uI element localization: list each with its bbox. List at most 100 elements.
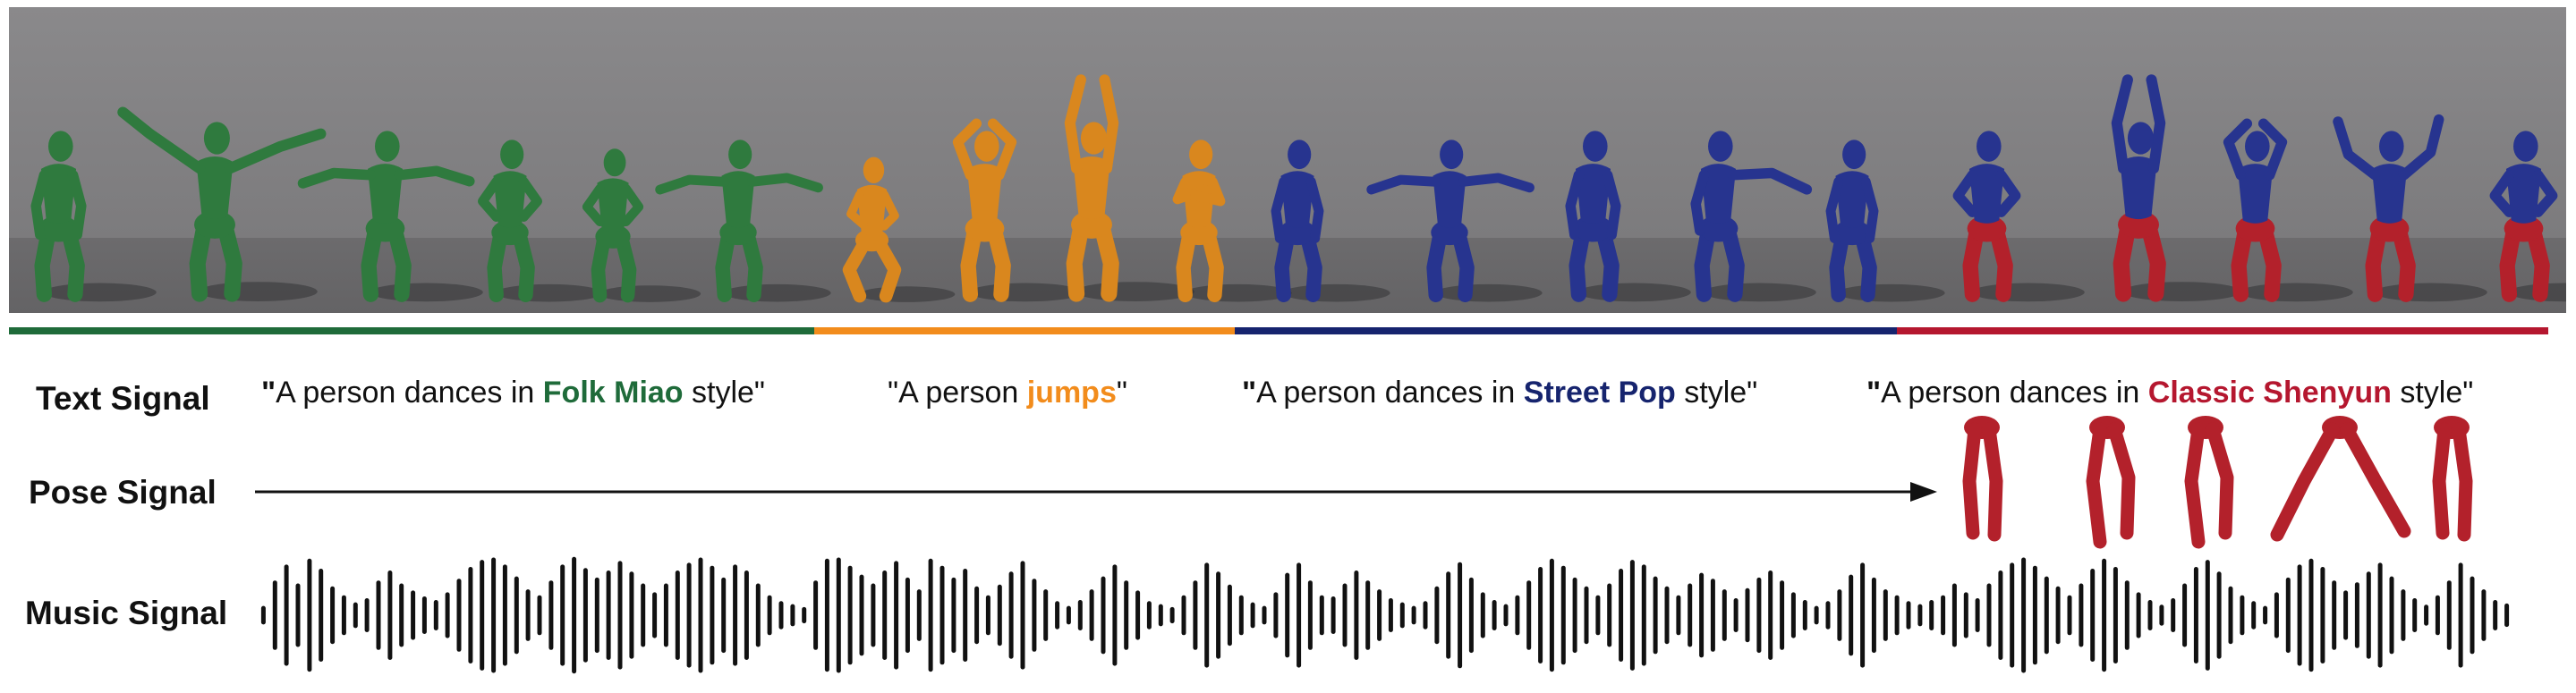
pose-leg <box>2086 422 2107 549</box>
dancer-arm <box>1825 176 1843 243</box>
dancer-leg <box>1961 224 1985 302</box>
dancer-leg <box>1066 221 1090 302</box>
prompt-text-end: " <box>1116 376 1127 410</box>
dancer-head <box>1841 139 1866 169</box>
prompt-open-quote: " <box>1242 376 1257 410</box>
prompt-street-pop: "A person dances in Street Pop style" <box>1242 376 1757 410</box>
prompt-open-quote: " <box>261 376 276 410</box>
dancer-arm <box>1271 176 1288 243</box>
prompt-text: A person dances in <box>276 376 543 410</box>
dancer-leg <box>1299 228 1322 302</box>
prompt-classic-shenyun: "A person dances in Classic Shenyun styl… <box>1866 376 2473 410</box>
dancer-arm <box>67 170 87 241</box>
dancer-leg <box>1176 228 1197 302</box>
prompt-text-end: style" <box>683 376 766 410</box>
dancer-arm <box>30 170 49 241</box>
prompt-text: A person dances in <box>1256 376 1524 410</box>
dancer-leg <box>843 239 871 303</box>
prompt-keyword-shenyun: Classic Shenyun <box>2147 376 2392 410</box>
dancer-arm <box>117 106 206 174</box>
dancer-head <box>1707 131 1733 162</box>
dancer-arm <box>1689 170 1709 236</box>
dancer-leg <box>1854 228 1877 302</box>
pose-leg-pair <box>2184 416 2234 549</box>
pose-leg <box>2452 422 2473 542</box>
dancer-arm <box>2532 170 2557 217</box>
pose-signal-label: Pose Signal <box>29 474 217 511</box>
dancer-leg <box>33 224 56 302</box>
dancer-leg <box>60 224 85 302</box>
pose-leg <box>2432 422 2452 540</box>
prompt-open-quote: " <box>888 376 899 410</box>
dancer-arm <box>2111 74 2134 174</box>
prompt-text-end: style" <box>1675 376 1758 410</box>
dancer-arm <box>1064 74 1087 174</box>
dancer-leg <box>2498 224 2521 302</box>
prompt-folk-miao: "A person dances in Folk Miao style" <box>261 376 765 410</box>
prompt-keyword-folk: Folk Miao <box>542 376 684 410</box>
dancer-leg <box>189 221 213 302</box>
pose-signal-legs <box>1962 416 2473 549</box>
pose-signal-arrow <box>255 482 1937 502</box>
prompt-open-quote: " <box>1866 376 1882 410</box>
segment-bar-jump <box>814 327 1235 334</box>
prompt-jumps: "A person jumps" <box>888 376 1127 410</box>
prompt-keyword-jump: jumps <box>1026 376 1117 410</box>
music-waveform <box>260 556 2510 674</box>
dancer-head <box>1976 131 2002 162</box>
pose-leg <box>1962 422 1982 540</box>
dancer-leg <box>2525 224 2550 302</box>
pose-leg <box>2206 422 2234 540</box>
dance-render-strip <box>9 7 2566 313</box>
dancer-head <box>374 131 400 162</box>
dancer-head <box>2244 131 2270 162</box>
pose-leg <box>2107 422 2136 540</box>
dancer-leg <box>217 221 242 302</box>
prompt-text-end: style" <box>2391 376 2474 410</box>
dancer-figure <box>2489 131 2566 302</box>
pose-leg-pair <box>2432 416 2473 542</box>
dancer-head <box>727 139 752 169</box>
dancer-leg <box>1829 228 1850 302</box>
pose-leg <box>2184 422 2206 549</box>
dancer-leg <box>715 228 736 302</box>
dancer-head <box>47 131 73 162</box>
dancer-arm <box>1305 176 1324 243</box>
dancer-arm <box>1860 176 1879 243</box>
dancer-leg <box>1720 224 1745 302</box>
dancer-head <box>2378 131 2404 162</box>
dancer-leg <box>591 232 611 302</box>
dancer-leg <box>1426 228 1448 302</box>
dancer-arm <box>2332 116 2380 181</box>
dancer-head <box>603 148 626 176</box>
dancer-leg <box>2391 224 2416 302</box>
dancer-leg <box>740 228 763 302</box>
dancer-head <box>1582 131 1608 162</box>
dancer-leg <box>1693 224 1716 302</box>
dancer-leg <box>1451 228 1475 302</box>
dancer-leg <box>2257 224 2282 302</box>
prompt-keyword-street: Street Pop <box>1523 376 1676 410</box>
dancer-leg <box>487 228 508 302</box>
dancer-leg <box>615 232 637 302</box>
pose-leg <box>2270 422 2340 542</box>
segment-bar-shenyun <box>1897 327 2548 334</box>
dancer-arm <box>477 176 501 222</box>
dancer-arm <box>1366 174 1441 195</box>
dancer-head <box>2512 131 2538 162</box>
dancer-leg <box>1988 224 2013 302</box>
prompt-text: A person <box>898 376 1027 410</box>
dancer-leg <box>1274 228 1296 302</box>
figure: Text Signal Pose Signal Music Signal "A … <box>0 0 2576 693</box>
dancer-leg <box>1568 224 1591 302</box>
dancer-leg <box>2113 221 2137 302</box>
dancer-arm <box>2489 170 2514 217</box>
dancer-arm <box>1564 170 1584 241</box>
pose-leg-pair <box>2086 416 2136 549</box>
music-signal-label: Music Signal <box>25 595 228 631</box>
dancer-leg <box>2364 224 2387 302</box>
segment-bar-folk <box>9 327 814 334</box>
dancer-arm <box>297 167 376 189</box>
dancer-leg <box>360 224 383 302</box>
dancer-head <box>1439 139 1464 169</box>
